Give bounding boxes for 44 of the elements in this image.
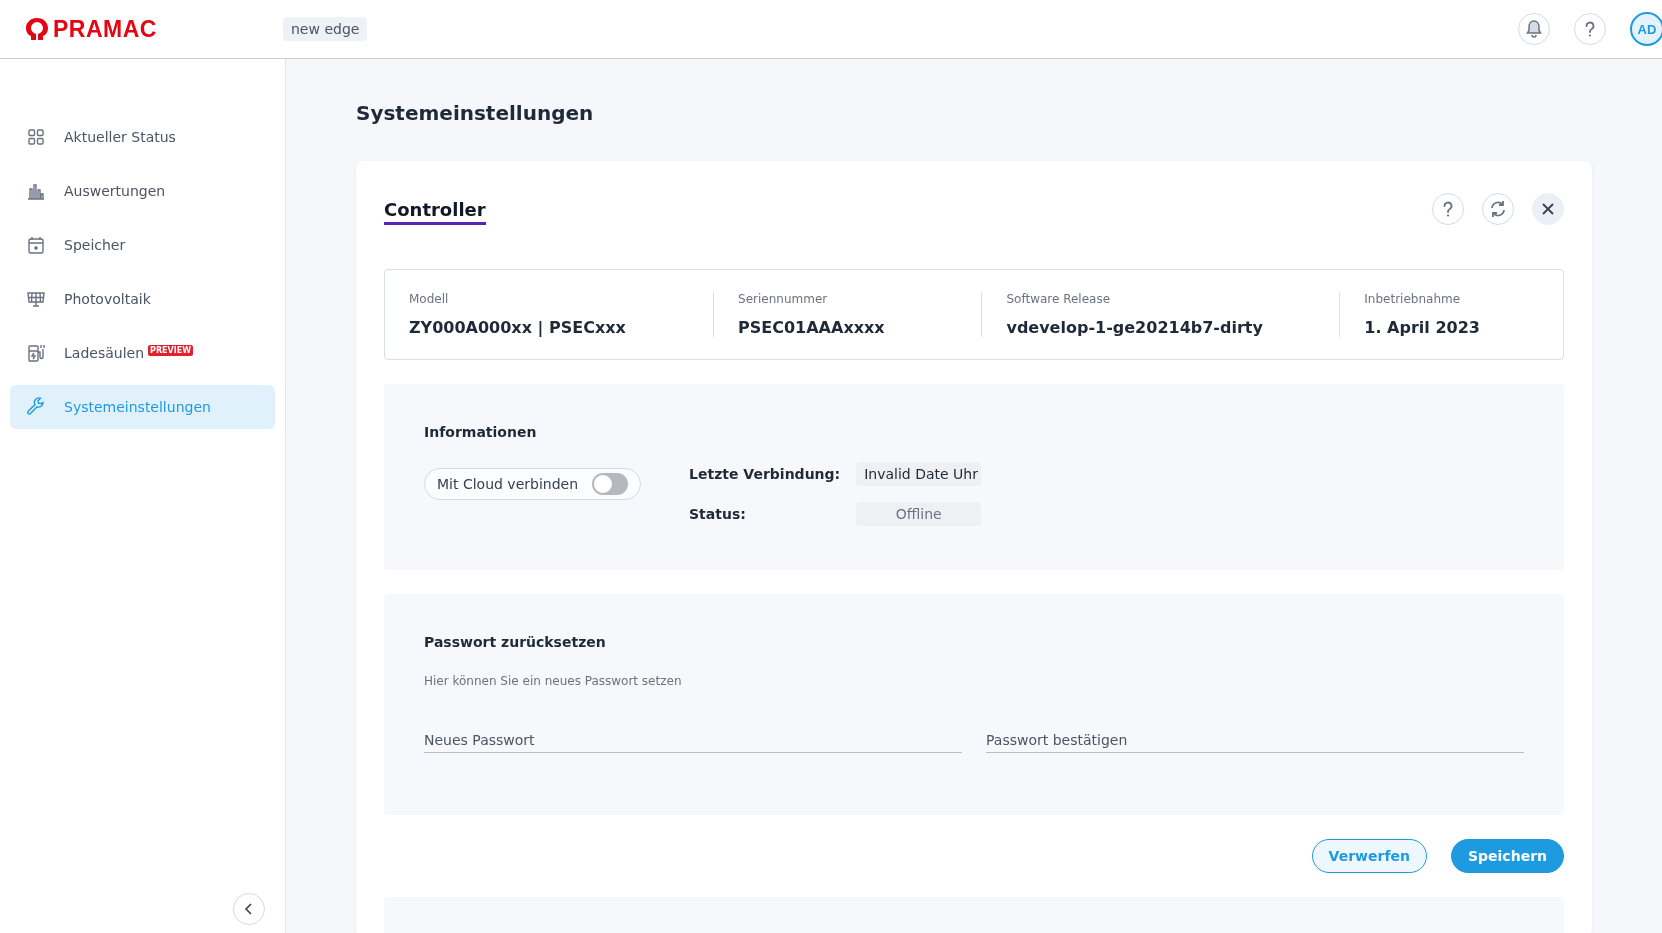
refresh-icon <box>1488 199 1508 219</box>
help-button[interactable] <box>1574 13 1606 45</box>
sidebar-item[interactable]: Aktueller Status <box>10 115 275 159</box>
refresh-button[interactable] <box>1482 193 1514 225</box>
notifications-button[interactable] <box>1518 13 1550 45</box>
section-hint: Hier können Sie ein neues Passwort setzen <box>424 674 683 688</box>
field-label: Status: <box>689 506 747 522</box>
sidebar-item[interactable]: Auswertungen <box>10 169 275 213</box>
detail-label: Software Release <box>1006 292 1112 306</box>
status-value: Offline <box>856 502 982 526</box>
sidebar-item[interactable]: Ladesäulen PREVIEW <box>10 331 275 375</box>
detail-label: Modell <box>409 292 450 306</box>
wrench-icon <box>26 397 46 417</box>
environment-tag: new edge <box>283 17 368 41</box>
page-title: Systemeinstellungen <box>356 101 595 125</box>
last-connection-value: Invalid Date Uhr <box>856 462 982 486</box>
section-title: Informationen <box>424 424 538 440</box>
close-button[interactable] <box>1532 193 1564 225</box>
bell-icon <box>1524 19 1544 39</box>
grid-icon <box>26 127 46 147</box>
detail-value: ZY000A000xx | PSECxxx <box>409 318 627 337</box>
sidebar-item[interactable]: Speicher <box>10 223 275 267</box>
preview-badge: PREVIEW <box>148 344 193 356</box>
collapse-sidebar-button[interactable] <box>233 893 265 925</box>
section-title: Passwort zurücksetzen <box>424 634 607 650</box>
logo-icon <box>24 17 50 41</box>
cloud-toggle[interactable]: Mit Cloud verbinden <box>424 468 642 500</box>
detail-label: Seriennummer <box>738 292 829 306</box>
bar-chart-icon <box>26 181 46 201</box>
charging-station-icon <box>26 343 46 363</box>
help-button[interactable] <box>1432 193 1464 225</box>
logo-text: PRAMAC <box>53 15 157 43</box>
detail-value: PSEC01AAAxxxx <box>738 318 886 337</box>
password-field[interactable]: Passwort bestätigen <box>986 728 1524 753</box>
field-label: Letzte Verbindung: <box>689 466 841 482</box>
detail-value: vdevelop-1-ge20214b7-dirty <box>1006 318 1264 337</box>
sidebar-item[interactable]: Photovoltaik <box>10 277 275 321</box>
tab[interactable]: Controller <box>384 198 486 225</box>
detail-value: 1. April 2023 <box>1364 318 1481 337</box>
password-field[interactable]: Neues Passwort <box>424 728 962 753</box>
calendar-icon <box>26 235 46 255</box>
close-icon <box>1540 201 1556 217</box>
detail-label: Inbetriebnahme <box>1364 292 1462 306</box>
solar-panel-icon <box>26 289 46 309</box>
